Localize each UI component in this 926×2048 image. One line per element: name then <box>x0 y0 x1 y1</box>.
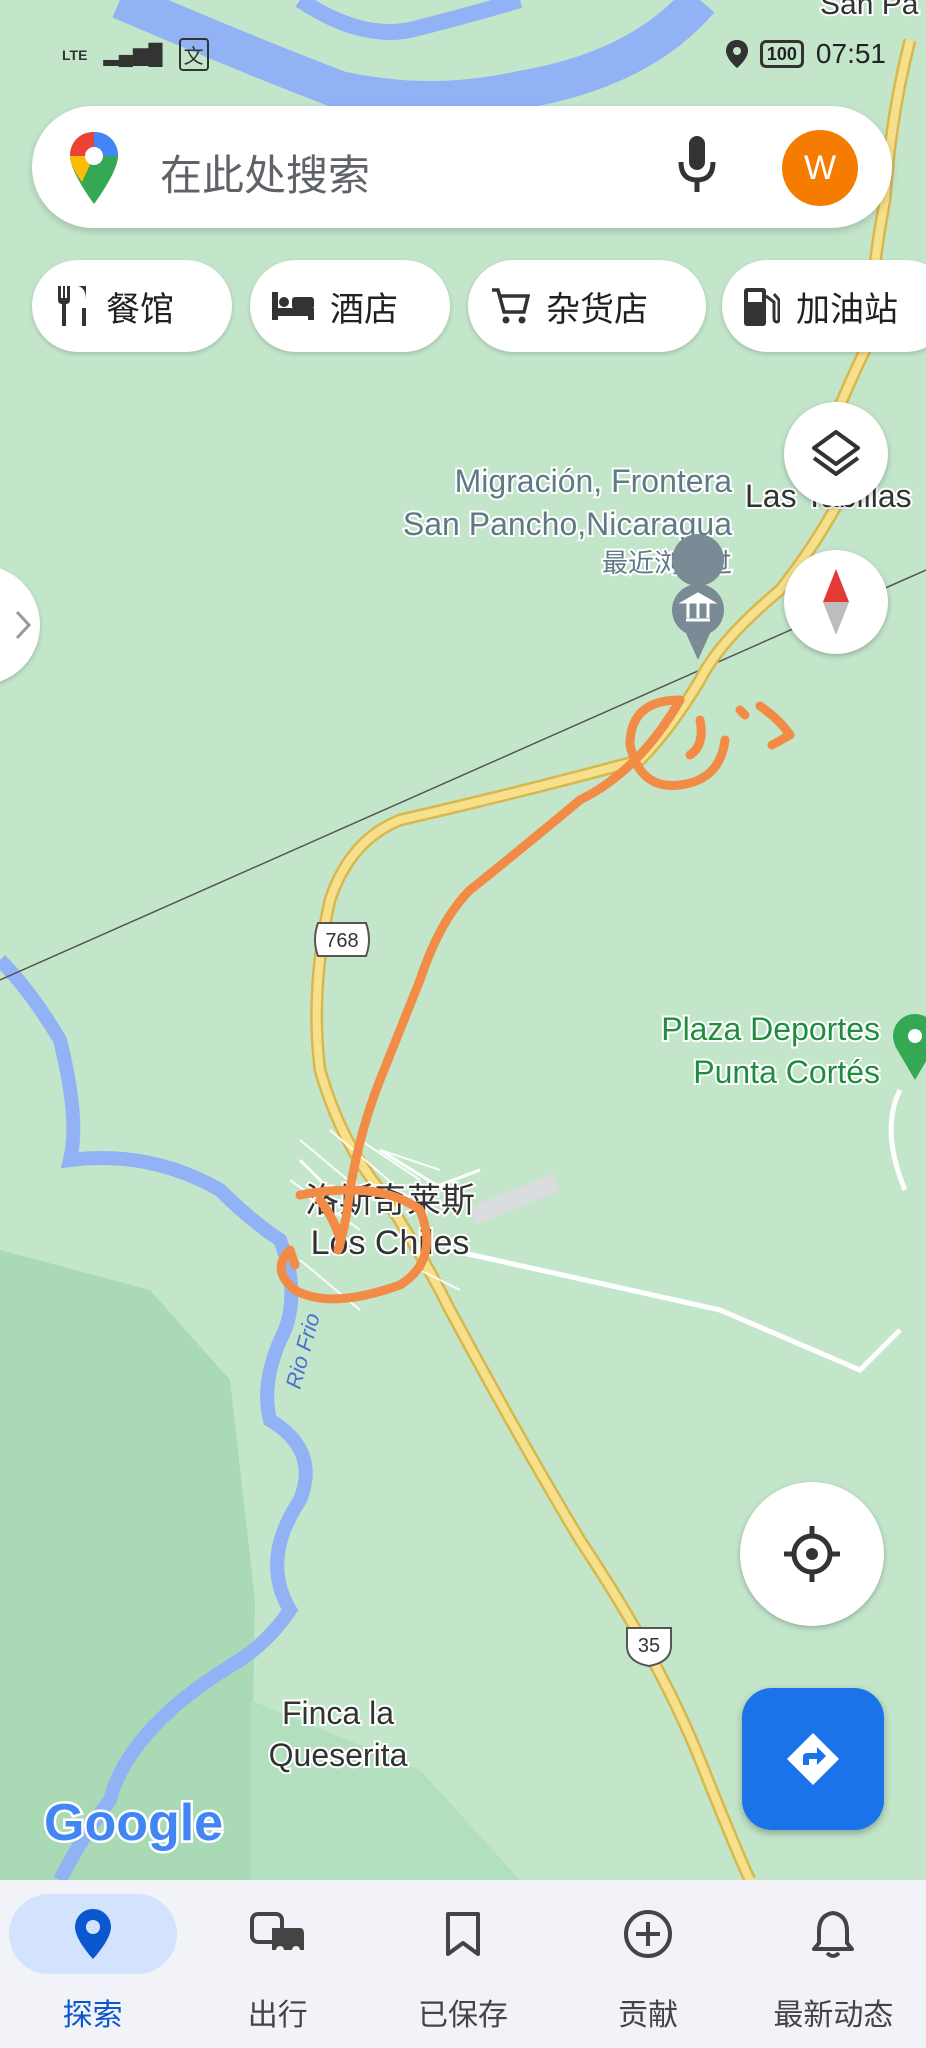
search-input[interactable]: 在此处搜索 <box>160 142 370 203</box>
nav-commute[interactable]: 出行 <box>188 1880 368 2034</box>
road-shield-768: 768 <box>314 922 370 957</box>
chip-restaurants-label: 餐馆 <box>106 289 174 330</box>
place-finca-line1[interactable]: Finca la <box>280 1693 396 1733</box>
signal-bars-icon: ▂▄▆█ <box>103 44 163 66</box>
my-location-icon <box>784 1526 840 1582</box>
directions-icon <box>787 1733 839 1785</box>
clock: 07:51 <box>815 38 886 69</box>
place-finca-line2[interactable]: Queserita <box>267 1735 410 1775</box>
battery-icon: 100 <box>759 40 804 68</box>
compass-button[interactable] <box>784 550 888 654</box>
place-plaza-line1[interactable]: Plaza Deportes <box>659 1009 882 1049</box>
translate-icon: 文 <box>178 38 209 71</box>
road-shield-35-label: 35 <box>638 1635 660 1657</box>
account-avatar[interactable]: W <box>782 130 858 206</box>
road-shield-35: 35 <box>626 1627 672 1668</box>
nav-explore-label: 探索 <box>62 1998 123 2033</box>
chip-restaurants[interactable]: 餐馆 <box>32 260 232 352</box>
place-border-line1[interactable]: Migración, Frontera <box>453 461 735 501</box>
signal-icon: LTE <box>62 46 88 63</box>
chip-gas[interactable]: 加油站 <box>722 260 926 352</box>
chip-hotels-label: 酒店 <box>330 289 398 330</box>
add-circle-icon <box>624 1910 673 1958</box>
layers-button[interactable] <box>784 402 888 506</box>
place-plaza-line2[interactable]: Punta Cortés <box>691 1052 882 1092</box>
nav-contribute-label: 贡献 <box>618 1998 679 2033</box>
hotel-icon <box>272 292 314 320</box>
compass-icon <box>823 569 849 635</box>
gas-station-icon <box>744 288 780 326</box>
chip-gas-label: 加油站 <box>796 289 898 330</box>
place-top-right: San Pa <box>820 0 919 21</box>
chevron-right-icon <box>15 610 32 640</box>
cart-icon <box>492 288 530 324</box>
chip-grocery[interactable]: 杂货店 <box>468 260 706 352</box>
commute-icon <box>249 1912 304 1954</box>
category-chips: 餐馆 酒店 杂货店 加油站 <box>32 260 926 352</box>
bookmark-icon <box>445 1912 480 1956</box>
nav-saved[interactable]: 已保存 <box>373 1880 553 2034</box>
nav-saved-label: 已保存 <box>417 1998 508 2033</box>
nav-updates-label: 最新动态 <box>773 1998 894 2033</box>
nav-contribute[interactable]: 贡献 <box>558 1880 738 2034</box>
google-logo: Google <box>44 1794 223 1852</box>
bottom-navigation: 探索 出行 已保存 贡献 最新动态 <box>0 1880 926 2048</box>
chip-grocery-label: 杂货店 <box>546 289 648 330</box>
layers-icon <box>812 430 860 476</box>
nav-commute-label: 出行 <box>247 1998 308 2033</box>
directions-button[interactable] <box>742 1688 884 1830</box>
road-shield-768-label: 768 <box>325 930 358 952</box>
nav-explore[interactable]: 探索 <box>3 1880 183 2034</box>
restaurant-icon <box>58 286 86 326</box>
my-location-button[interactable] <box>740 1482 884 1626</box>
explore-pin-icon <box>74 1909 111 1959</box>
microphone-icon[interactable] <box>677 136 717 196</box>
place-border-line2[interactable]: San Pancho,Nicaragua <box>401 504 734 544</box>
search-bar[interactable]: 在此处搜索 W <box>32 106 892 228</box>
status-bar: LTE ▂▄▆█ 文 100 07:51 <box>0 30 926 80</box>
chip-hotels[interactable]: 酒店 <box>250 260 450 352</box>
location-icon <box>725 40 748 68</box>
maps-logo-icon <box>70 132 118 204</box>
nav-updates[interactable]: 最新动态 <box>743 1880 923 2034</box>
bell-icon <box>812 1911 855 1958</box>
